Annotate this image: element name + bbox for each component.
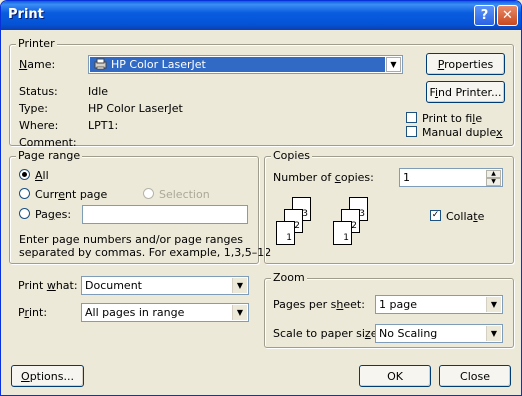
collate-checkbox[interactable]: ✓	[430, 210, 441, 221]
print-dialog: Print ? ✕ Printer Name: HP Color LaserJe…	[0, 0, 522, 396]
properties-label: Properties	[437, 57, 494, 71]
copies-group: Copies Number of copies: 1 ▲ ▼ 3 2 1 3 2…	[264, 149, 514, 264]
page-number: 1	[286, 233, 292, 243]
printer-icon	[93, 58, 108, 70]
print-label: Print:	[18, 306, 48, 319]
options-label: Options...	[21, 369, 74, 383]
copies-spinner[interactable]: 1 ▲ ▼	[399, 168, 503, 187]
scale-label: Scale to paper size:	[273, 327, 381, 340]
printer-name-value: HP Color LaserJet	[111, 58, 206, 71]
zoom-legend: Zoom	[271, 271, 307, 285]
collate-page-icon: 1	[276, 221, 295, 245]
print-what-label: Print what:	[18, 279, 78, 292]
pages-radio[interactable]	[19, 208, 30, 219]
close-window-button[interactable]: ✕	[497, 5, 518, 26]
chevron-down-icon[interactable]: ▼	[386, 57, 401, 72]
printer-name-select[interactable]: HP Color LaserJet ▼	[88, 55, 403, 74]
collate-label: Collate	[446, 210, 485, 223]
page-number: 2	[294, 221, 300, 231]
page-range-group: Page range All Current page Selection Pa…	[9, 149, 271, 264]
page-number: 3	[359, 209, 365, 219]
options-button[interactable]: Options...	[11, 365, 84, 387]
pages-input[interactable]	[82, 205, 248, 224]
page-number: 1	[343, 233, 349, 243]
help-icon: ?	[480, 8, 489, 23]
print-to-file-checkbox[interactable]	[406, 112, 417, 123]
chevron-down-icon[interactable]: ▼	[232, 278, 247, 293]
where-label: Where:	[19, 119, 59, 132]
ok-label: OK	[387, 369, 403, 383]
copies-value: 1	[403, 171, 410, 184]
title-bar[interactable]: Print ? ✕	[1, 1, 521, 30]
comment-label: Comment:	[19, 136, 77, 149]
status-label: Status:	[19, 85, 58, 98]
collate-illustration-b: 3 2 1	[333, 197, 373, 247]
find-printer-label: Find Printer...	[429, 85, 502, 99]
name-label: Name:	[19, 58, 56, 71]
pages-per-sheet-value: 1 page	[379, 298, 417, 311]
page-number: 3	[302, 209, 308, 219]
collate-page-icon: 1	[333, 221, 352, 245]
pages-per-sheet-select[interactable]: 1 page ▼	[375, 295, 503, 314]
print-to-file-label: Print to file	[422, 112, 483, 125]
spin-up-button[interactable]: ▲	[486, 170, 501, 178]
current-page-radio[interactable]	[19, 188, 30, 199]
properties-button[interactable]: Properties	[426, 53, 505, 75]
print-what-value: Document	[85, 279, 142, 292]
chevron-down-icon[interactable]: ▼	[486, 297, 501, 312]
where-value: LPT1:	[88, 119, 119, 132]
scale-value: No Scaling	[379, 327, 438, 340]
help-button[interactable]: ?	[474, 5, 495, 26]
collate-illustration-a: 3 2 1	[276, 197, 316, 247]
page-range-help-line1: Enter page numbers and/or page ranges	[19, 233, 243, 246]
page-range-help-line2: separated by commas. For example, 1,3,5–…	[19, 246, 272, 259]
checkmark-icon: ✓	[431, 210, 440, 220]
zoom-group: Zoom Pages per sheet: 1 page ▼ Scale to …	[264, 271, 514, 348]
printer-group: Printer Name: HP Color LaserJet ▼ Proper…	[9, 37, 514, 149]
close-button[interactable]: Close	[439, 365, 511, 387]
copies-legend: Copies	[271, 149, 312, 163]
print-range-select[interactable]: All pages in range ▼	[81, 303, 249, 322]
type-label: Type:	[19, 102, 48, 115]
page-number: 2	[351, 221, 357, 231]
close-label: Close	[460, 369, 490, 383]
manual-duplex-label: Manual duplex	[422, 126, 503, 139]
pages-label: Pages:	[35, 208, 72, 221]
all-pages-radio[interactable]	[19, 169, 30, 180]
pages-per-sheet-label: Pages per sheet:	[273, 298, 365, 311]
selection-radio[interactable]	[143, 188, 154, 199]
spin-down-button[interactable]: ▼	[486, 178, 501, 186]
selection-label: Selection	[159, 188, 210, 201]
close-icon: ✕	[502, 8, 513, 23]
ok-button[interactable]: OK	[359, 365, 431, 387]
find-printer-button[interactable]: Find Printer...	[426, 81, 505, 103]
chevron-down-icon[interactable]: ▼	[232, 305, 247, 320]
number-of-copies-label: Number of copies:	[273, 171, 374, 184]
manual-duplex-checkbox[interactable]	[406, 126, 417, 137]
window-title: Print	[8, 7, 44, 22]
page-range-legend: Page range	[16, 149, 83, 163]
status-value: Idle	[88, 85, 109, 98]
type-value: HP Color LaserJet	[88, 102, 183, 115]
all-pages-label: All	[35, 169, 49, 182]
print-what-select[interactable]: Document ▼	[81, 276, 249, 295]
current-page-label: Current page	[35, 188, 108, 201]
print-range-value: All pages in range	[85, 306, 185, 319]
scale-select[interactable]: No Scaling ▼	[375, 324, 503, 343]
printer-legend: Printer	[16, 37, 57, 51]
chevron-down-icon[interactable]: ▼	[486, 326, 501, 341]
